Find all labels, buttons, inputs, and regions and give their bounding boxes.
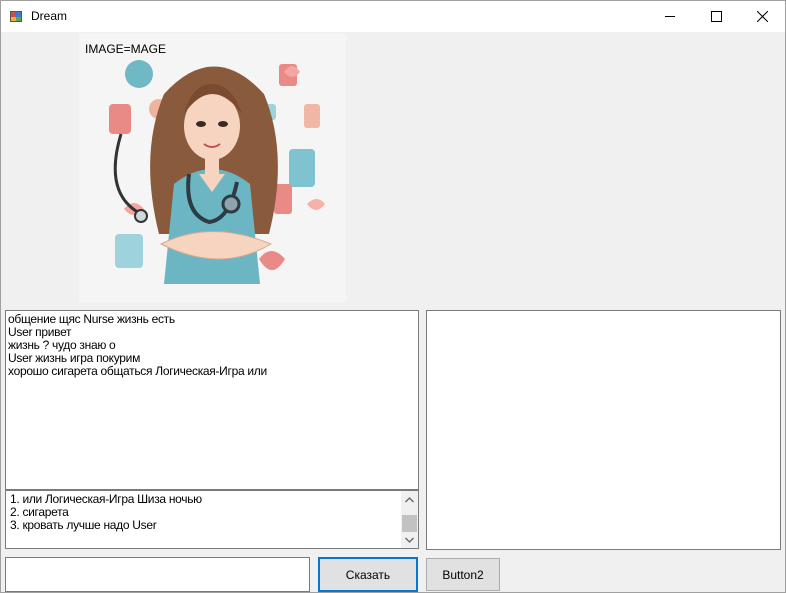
button2[interactable]: Button2	[426, 558, 500, 591]
options-list[interactable]: 1. или Логическая-Игра Шиза ночью 2. сиг…	[5, 490, 419, 549]
chevron-up-icon	[405, 496, 414, 502]
vertical-scrollbar[interactable]	[401, 491, 418, 548]
image-label: IMAGE=MAGE	[85, 42, 167, 56]
nurse-illustration	[79, 34, 346, 302]
scroll-up-button[interactable]	[401, 491, 418, 508]
list-item[interactable]: 3. кровать лучше надо User	[10, 519, 414, 532]
minimize-button[interactable]	[647, 1, 693, 32]
minimize-icon	[664, 16, 675, 17]
scroll-down-button[interactable]	[401, 531, 418, 548]
window-title: Dream	[31, 9, 68, 23]
output-textbox[interactable]	[426, 310, 781, 550]
say-button[interactable]: Сказать	[318, 557, 418, 592]
scroll-thumb[interactable]	[402, 515, 417, 532]
chevron-down-icon	[405, 537, 414, 543]
chat-log[interactable]: общение щяс Nurse жизнь есть User привет…	[5, 310, 419, 490]
close-icon	[756, 11, 768, 22]
app-window: Dream IMAGE=MAGE общение щяс Nurse жизнь…	[0, 0, 786, 593]
list-item[interactable]: 1. или Логическая-Игра Шиза ночью	[10, 493, 414, 506]
message-input[interactable]	[5, 557, 310, 592]
close-button[interactable]	[739, 1, 785, 32]
title-bar[interactable]: Dream	[1, 1, 785, 32]
maximize-icon	[710, 11, 722, 22]
chat-line: хорошо сигарета общаться Логическая-Игра…	[8, 364, 267, 378]
app-icon	[10, 11, 22, 22]
maximize-button[interactable]	[693, 1, 739, 32]
